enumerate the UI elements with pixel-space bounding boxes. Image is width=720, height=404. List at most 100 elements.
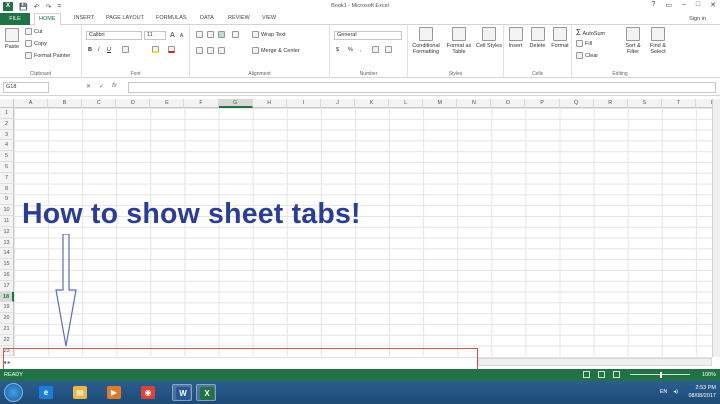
clock[interactable]: 2:53 PM 08/08/2017	[688, 384, 716, 400]
column-header-g[interactable]: G	[218, 99, 253, 108]
find-select-button[interactable]: Find & Select	[646, 27, 670, 55]
format-as-table-button[interactable]: Format as Table	[444, 27, 474, 55]
row-header-8[interactable]: 8	[0, 183, 14, 195]
taskbar-app-word[interactable]: W	[172, 384, 192, 401]
column-header-b[interactable]: B	[48, 99, 83, 108]
normal-view-icon[interactable]	[583, 371, 590, 378]
redo-icon[interactable]: ↷	[46, 3, 52, 11]
number-format-combo[interactable]: General	[334, 31, 402, 40]
column-header-j[interactable]: J	[321, 99, 355, 108]
row-header-10[interactable]: 10	[0, 205, 14, 216]
borders-button[interactable]	[122, 46, 131, 53]
row-header-4[interactable]: 4	[0, 140, 14, 152]
tab-insert[interactable]: INSERT	[74, 15, 94, 21]
start-button[interactable]	[4, 383, 23, 402]
insert-function-icon[interactable]: fx	[112, 83, 117, 90]
italic-button[interactable]: I	[98, 47, 100, 53]
row-header-17[interactable]: 17	[0, 280, 14, 292]
row-header-9[interactable]: 9	[0, 194, 14, 206]
taskbar-app-media-player[interactable]: ▶	[104, 384, 124, 401]
row-header-12[interactable]: 12	[0, 226, 14, 238]
excel-app-icon[interactable]: X	[3, 2, 13, 11]
currency-button[interactable]: $	[336, 47, 339, 53]
copy-button[interactable]: Copy	[25, 40, 47, 47]
grow-font-button[interactable]: A	[170, 32, 175, 39]
row-header-16[interactable]: 16	[0, 270, 14, 281]
format-cells-button[interactable]: Format	[549, 27, 571, 49]
tab-page-layout[interactable]: PAGE LAYOUT	[106, 15, 144, 21]
font-color-button[interactable]	[168, 46, 177, 53]
column-header-k[interactable]: K	[355, 99, 390, 108]
vertical-scrollbar[interactable]	[712, 99, 720, 357]
fill-button[interactable]: Fill	[576, 40, 592, 47]
row-header-5[interactable]: 5	[0, 151, 14, 162]
format-painter-button[interactable]: Format Painter	[25, 52, 70, 59]
sign-in-link[interactable]: Sign in	[689, 16, 706, 22]
shrink-font-button[interactable]: A	[180, 33, 183, 39]
column-header-t[interactable]: T	[662, 99, 696, 108]
fill-color-button[interactable]	[152, 46, 161, 53]
align-center-button[interactable]	[207, 47, 216, 54]
tab-data[interactable]: DATA	[200, 15, 214, 21]
row-header-1[interactable]: 1	[0, 108, 14, 119]
horizontal-scrollbar[interactable]	[478, 358, 712, 366]
page-break-view-icon[interactable]	[613, 371, 620, 378]
row-header-13[interactable]: 13	[0, 237, 14, 249]
column-header-f[interactable]: F	[185, 99, 219, 108]
language-indicator[interactable]: EN	[660, 389, 668, 395]
formula-input[interactable]	[128, 82, 716, 93]
tab-file[interactable]: FILE	[0, 13, 30, 25]
ribbon-display-icon[interactable]: ▭	[665, 1, 672, 9]
comma-button[interactable]: ,	[360, 47, 362, 53]
sort-filter-button[interactable]: Sort & Filter	[622, 27, 644, 55]
column-header-c[interactable]: C	[82, 99, 117, 108]
enter-icon[interactable]: ✓	[99, 83, 104, 90]
row-header-15[interactable]: 15	[0, 259, 14, 270]
name-box[interactable]: G18	[3, 82, 49, 93]
column-header-h[interactable]: H	[253, 99, 287, 108]
decrease-decimal-button[interactable]	[385, 46, 394, 53]
column-header-e[interactable]: E	[150, 99, 185, 108]
merge-center-button[interactable]: Merge & Center	[252, 47, 300, 54]
column-header-i[interactable]: I	[287, 99, 321, 108]
zoom-level[interactable]: 100%	[702, 372, 716, 378]
row-header-3[interactable]: 3	[0, 129, 14, 141]
column-header-r[interactable]: R	[594, 99, 628, 108]
row-header-22[interactable]: 22	[0, 334, 14, 346]
minimize-button[interactable]: –	[682, 1, 686, 9]
bottom-align-button[interactable]	[218, 31, 227, 38]
cut-button[interactable]: Cut	[25, 28, 43, 35]
row-header-2[interactable]: 2	[0, 118, 14, 130]
row-header-21[interactable]: 21	[0, 324, 14, 335]
undo-icon[interactable]: ↶	[34, 3, 40, 11]
zoom-slider-knob[interactable]	[660, 372, 662, 378]
taskbar-app-chrome[interactable]: ◉	[138, 384, 158, 401]
insert-cells-button[interactable]: Insert	[505, 27, 526, 49]
row-header-20[interactable]: 20	[0, 313, 14, 324]
column-header-q[interactable]: Q	[560, 99, 594, 108]
taskbar-app-excel[interactable]: X	[196, 384, 216, 401]
cancel-icon[interactable]: ✕	[86, 83, 91, 90]
row-header-18[interactable]: 18	[0, 291, 14, 303]
taskbar-app-explorer[interactable]: ▤	[70, 384, 90, 401]
font-size-combo[interactable]: 11	[144, 31, 166, 40]
save-icon[interactable]: 💾	[19, 3, 28, 11]
column-header-m[interactable]: M	[423, 99, 458, 108]
column-header-o[interactable]: O	[491, 99, 526, 108]
column-header-d[interactable]: D	[116, 99, 151, 108]
paste-button[interactable]: Paste	[2, 28, 22, 50]
increase-decimal-button[interactable]	[372, 46, 381, 53]
clear-button[interactable]: Clear	[576, 52, 598, 59]
autosum-button[interactable]: Σ AutoSum	[576, 28, 605, 37]
row-header-19[interactable]: 19	[0, 302, 14, 314]
underline-button[interactable]: U	[107, 47, 111, 53]
maximize-button[interactable]: □	[696, 1, 700, 9]
select-all-corner[interactable]	[0, 99, 14, 108]
align-left-button[interactable]	[196, 47, 205, 54]
taskbar-app-ie[interactable]: e	[36, 384, 56, 401]
tab-formulas[interactable]: FORMULAS	[156, 15, 187, 21]
bold-button[interactable]: B	[88, 47, 92, 53]
row-header-14[interactable]: 14	[0, 248, 14, 260]
cell-grid[interactable]	[14, 108, 712, 356]
page-layout-view-icon[interactable]	[598, 371, 605, 378]
